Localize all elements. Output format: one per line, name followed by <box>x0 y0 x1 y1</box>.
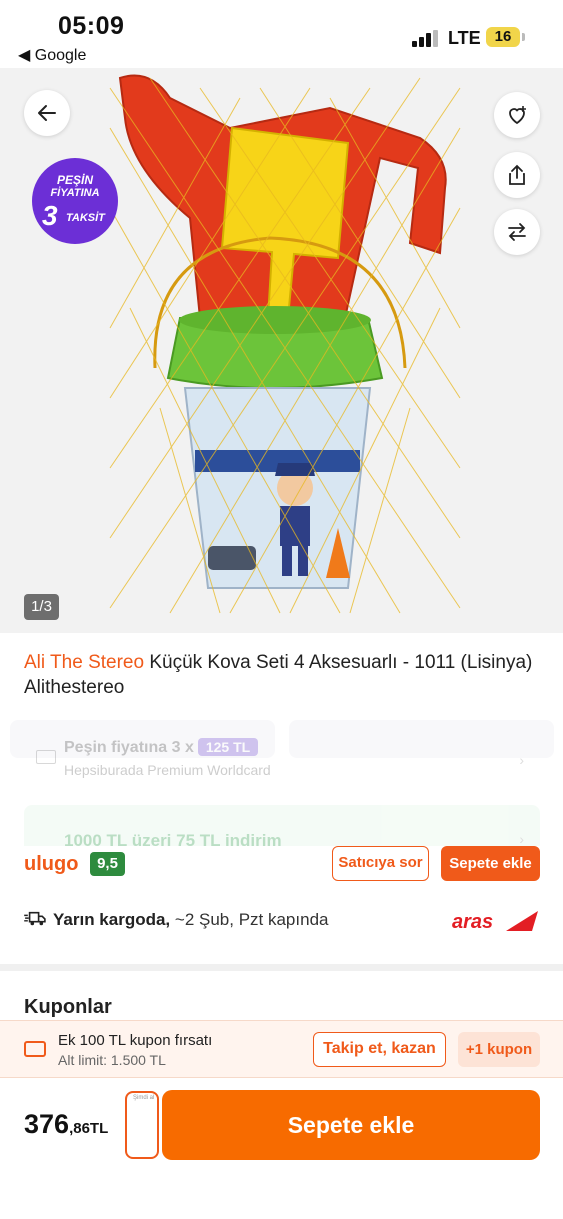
brand-link[interactable]: Ali The Stereo <box>24 652 144 673</box>
badge-line4: TAKSİT <box>66 212 105 224</box>
badge-line1: PEŞİN <box>56 173 93 187</box>
compare-icon <box>508 223 526 241</box>
shipping-bold: Yarın kargoda, <box>53 910 171 929</box>
add-to-cart-button[interactable]: Sepete ekle <box>162 1090 540 1160</box>
shipping-info: Yarın kargoda, ~2 Şub, Pzt kapında aras <box>0 900 563 960</box>
image-counter: 1/3 <box>24 594 59 620</box>
price-integer: 376 <box>24 1109 70 1139</box>
coupon-card: Ek 100 TL kupon fırsatı Alt limit: 1.500… <box>0 1020 563 1078</box>
status-bar: 05:09 ◀ Google LTE 16 <box>0 0 563 68</box>
share-button[interactable] <box>494 152 540 198</box>
installment-row: Peşin fiyatına 3 x 125 TL <box>64 738 259 757</box>
product-image-gallery[interactable]: PEŞİN FİYATINA 3 TAKSİT 1/3 <box>0 68 563 633</box>
fast-delivery-truck-icon <box>24 911 46 926</box>
carrier-logo: aras <box>452 908 542 934</box>
buy-now-label: Şimdi al <box>133 1095 155 1101</box>
product-image <box>109 74 461 614</box>
back-button[interactable] <box>24 90 70 136</box>
section-divider <box>0 964 563 971</box>
coupon-ticket-icon <box>24 1041 46 1057</box>
seller-add-to-cart-button[interactable]: Sepete ekle <box>441 846 540 881</box>
installment-badge: PEŞİN FİYATINA 3 TAKSİT <box>32 158 118 244</box>
installment-text: Peşin fiyatına 3 x <box>64 739 194 756</box>
installment-amount: 125 TL <box>197 738 259 756</box>
seller-name[interactable]: ulugo <box>24 853 78 876</box>
price-decimal: ,86 <box>69 1120 90 1137</box>
more-coupons-button[interactable]: +1 kupon <box>458 1032 540 1067</box>
ask-seller-button[interactable]: Satıcıya sor <box>332 846 429 881</box>
price: 376,86TL <box>24 1109 108 1140</box>
bottom-bar: 376,86TL Şimdi al Sepete ekle <box>0 1079 563 1219</box>
chevron-right-icon: › <box>519 752 524 768</box>
favorite-button[interactable] <box>494 92 540 138</box>
seller-bar: ulugo 9,5 Satıcıya sor Sepete ekle <box>0 846 563 900</box>
buy-now-button[interactable]: Şimdi al <box>125 1091 159 1159</box>
clock: 05:09 <box>58 12 125 40</box>
compare-button[interactable] <box>494 209 540 255</box>
battery-icon: 16 <box>486 27 520 47</box>
signal-icon <box>412 30 440 47</box>
coupon-limit: Alt limit: 1.500 TL <box>58 1052 166 1068</box>
favorite-heart-icon <box>509 106 526 125</box>
credit-card-icon <box>36 750 56 764</box>
chevron-right-icon: › <box>519 831 524 847</box>
shipping-text: Yarın kargoda, ~2 Şub, Pzt kapında <box>53 910 328 930</box>
follow-and-earn-button[interactable]: Takip et, kazan <box>313 1032 446 1067</box>
back-to-google-link[interactable]: ◀ Google <box>18 45 86 65</box>
installment-card: Hepsiburada Premium Worldcard <box>64 762 271 778</box>
coupons-heading: Kuponlar <box>24 996 112 1018</box>
carrier-name: aras <box>452 911 494 933</box>
carrier-logo-mark <box>506 911 538 931</box>
shipping-detail: ~2 Şub, Pzt kapında <box>170 910 329 929</box>
price-currency: TL <box>89 1120 109 1137</box>
share-icon <box>509 164 525 185</box>
network-type: LTE <box>448 28 481 48</box>
battery-tip <box>522 33 525 41</box>
installment-info[interactable]: Peşin fiyatına 3 x 125 TL Hepsiburada Pre… <box>24 732 540 784</box>
seller-score: 9,5 <box>90 852 125 876</box>
badge-line3: 3 <box>42 200 58 231</box>
product-title: Ali The Stereo Küçük Kova Seti 4 Aksesua… <box>24 650 544 700</box>
badge-line2: FİYATINA <box>50 187 100 199</box>
back-arrow-icon <box>38 105 56 121</box>
coupon-offer: Ek 100 TL kupon fırsatı <box>58 1032 213 1049</box>
